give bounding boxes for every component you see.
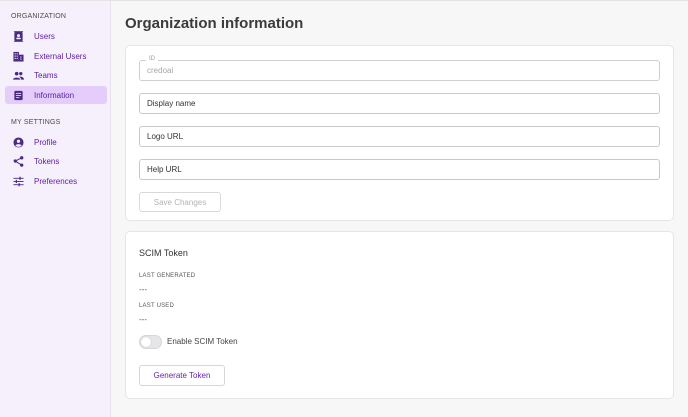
sidebar-item-preferences[interactable]: Preferences xyxy=(5,172,107,190)
my-settings-heading: MY SETTINGS xyxy=(11,119,61,126)
sidebar-item-label: Profile xyxy=(34,137,57,147)
sidebar-item-label: Preferences xyxy=(34,176,78,186)
sidebar-item-label: Information xyxy=(34,90,75,100)
logo-url-field[interactable]: Logo URL xyxy=(139,126,660,147)
sidebar-item-label: External Users xyxy=(34,51,87,61)
last-generated-label: LAST GENERATED xyxy=(139,273,196,279)
id-field-value: credoai xyxy=(147,66,174,75)
scim-token-card: SCIM Token LAST GENERATED --- LAST USED … xyxy=(125,231,674,399)
people-icon xyxy=(13,70,24,81)
enable-scim-token-label: Enable SCIM Token xyxy=(167,337,238,346)
display-name-placeholder: Display name xyxy=(147,99,196,108)
help-url-placeholder: Help URL xyxy=(147,165,182,174)
organization-form-card: ID credoai Display name Logo URL Help UR… xyxy=(125,45,674,221)
sidebar-item-label: Teams xyxy=(34,70,58,80)
page-title: Organization information xyxy=(125,15,304,32)
sidebar-item-users[interactable]: Users xyxy=(5,27,107,45)
sidebar-item-information[interactable]: Information xyxy=(5,86,107,104)
scim-token-title: SCIM Token xyxy=(139,248,188,258)
contact-card-icon xyxy=(13,30,24,42)
document-icon xyxy=(13,90,24,101)
main-content: Organization information ID credoai Disp… xyxy=(111,1,688,417)
sidebar: ORGANIZATION Users External Users Teams … xyxy=(0,1,111,417)
sidebar-item-profile[interactable]: Profile xyxy=(5,133,107,151)
id-field: ID credoai xyxy=(139,56,660,81)
id-field-legend: ID xyxy=(146,56,158,62)
sidebar-item-label: Users xyxy=(34,31,55,41)
last-used-label: LAST USED xyxy=(139,303,175,309)
save-changes-button[interactable]: Save Changes xyxy=(139,192,221,212)
sidebar-item-teams[interactable]: Teams xyxy=(5,66,107,84)
display-name-field[interactable]: Display name xyxy=(139,93,660,114)
account-circle-icon xyxy=(13,136,24,148)
sidebar-item-external-users[interactable]: External Users xyxy=(5,47,107,65)
logo-url-placeholder: Logo URL xyxy=(147,132,184,141)
building-icon xyxy=(13,51,24,62)
help-url-field[interactable]: Help URL xyxy=(139,159,660,180)
sidebar-item-label: Tokens xyxy=(34,156,60,166)
enable-scim-token-toggle[interactable] xyxy=(139,335,162,349)
last-generated-value: --- xyxy=(139,285,147,294)
generate-token-button[interactable]: Generate Token xyxy=(139,365,225,386)
sliders-icon xyxy=(13,176,24,187)
share-nodes-icon xyxy=(13,155,24,167)
organization-heading: ORGANIZATION xyxy=(11,13,67,20)
last-used-value: --- xyxy=(139,315,147,324)
toggle-knob xyxy=(141,337,151,347)
sidebar-item-tokens[interactable]: Tokens xyxy=(5,152,107,170)
